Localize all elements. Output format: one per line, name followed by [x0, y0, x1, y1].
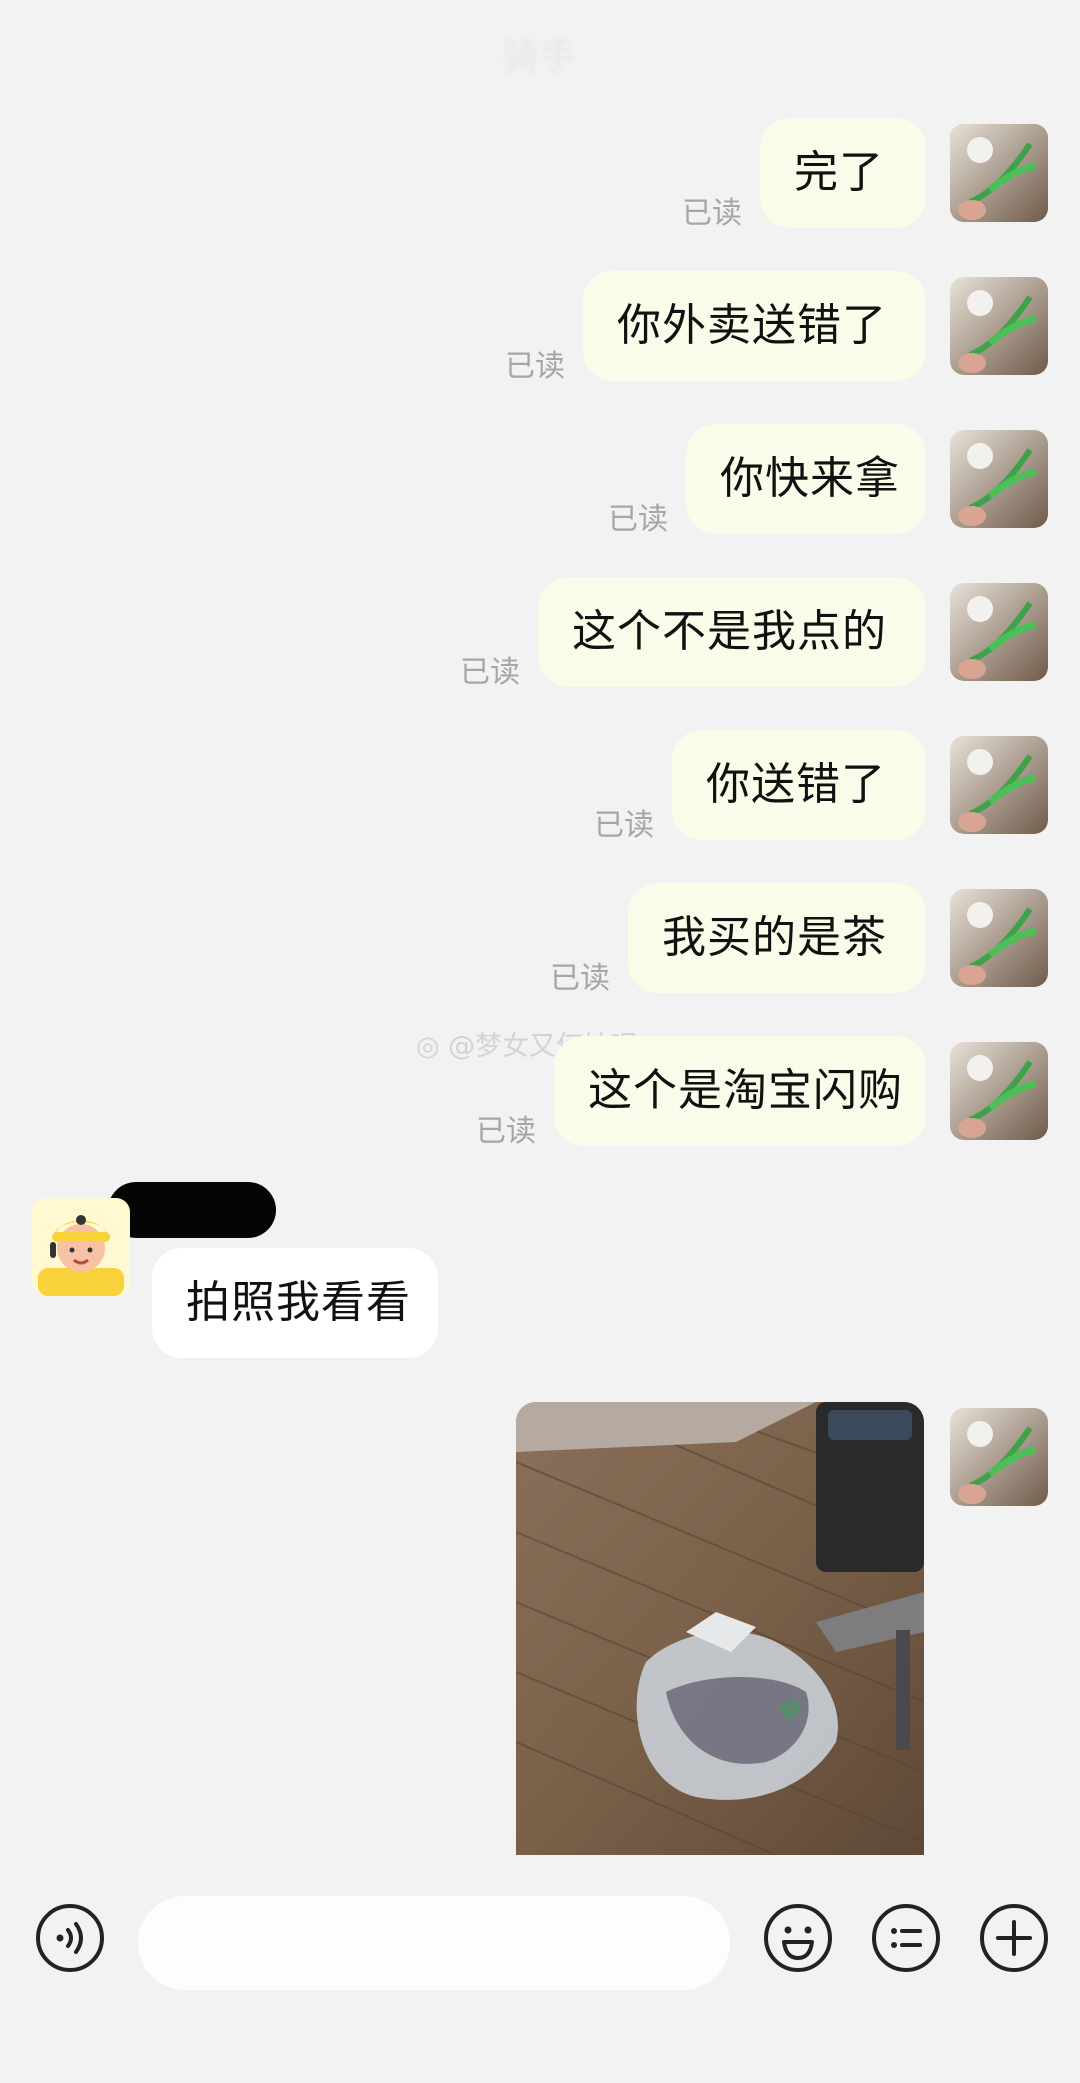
chat-title: 骑手 [501, 37, 578, 78]
input-bar [0, 1860, 1080, 2083]
my-avatar[interactable] [950, 583, 1048, 681]
voice-icon [36, 1904, 104, 1972]
redacted-sender-name [108, 1182, 276, 1238]
message-bubble[interactable]: 拍照我看看 [152, 1248, 438, 1358]
message-bubble[interactable]: 你送错了 [672, 730, 926, 840]
message-bubble[interactable]: 这个是淘宝闪购 [554, 1036, 926, 1146]
list-icon [872, 1904, 940, 1972]
message-input[interactable] [138, 1896, 730, 1990]
image-message[interactable]: 鲜 [516, 1402, 924, 1855]
message-bubble[interactable]: 你快来拿 [686, 424, 926, 534]
read-status: 已读 [460, 655, 520, 690]
read-status: 已读 [550, 961, 610, 996]
read-status: 已读 [608, 502, 668, 537]
emoji-button[interactable] [762, 1902, 834, 1974]
my-avatar[interactable] [950, 1042, 1048, 1140]
plus-icon [980, 1904, 1048, 1972]
quick-reply-button[interactable] [870, 1902, 942, 1974]
read-status: 已读 [682, 196, 742, 231]
courier-avatar[interactable] [32, 1198, 130, 1296]
my-avatar[interactable] [950, 1408, 1048, 1506]
voice-button[interactable] [34, 1902, 106, 1974]
read-status: 已读 [594, 808, 654, 843]
read-status: 已读 [476, 1114, 536, 1149]
emoji-icon [764, 1904, 832, 1972]
read-status: 已读 [505, 349, 565, 384]
my-avatar[interactable] [950, 124, 1048, 222]
message-bubble[interactable]: 完了 [760, 118, 926, 228]
message-bubble[interactable]: 你外卖送错了 [583, 271, 926, 381]
my-avatar[interactable] [950, 736, 1048, 834]
message-bubble[interactable]: 这个不是我点的 [538, 577, 926, 687]
more-button[interactable] [978, 1902, 1050, 1974]
my-avatar[interactable] [950, 277, 1048, 375]
weibo-icon: ◎ [416, 1031, 449, 1062]
my-avatar[interactable] [950, 430, 1048, 528]
my-avatar[interactable] [950, 889, 1048, 987]
message-bubble[interactable]: 我买的是茶 [628, 883, 926, 993]
